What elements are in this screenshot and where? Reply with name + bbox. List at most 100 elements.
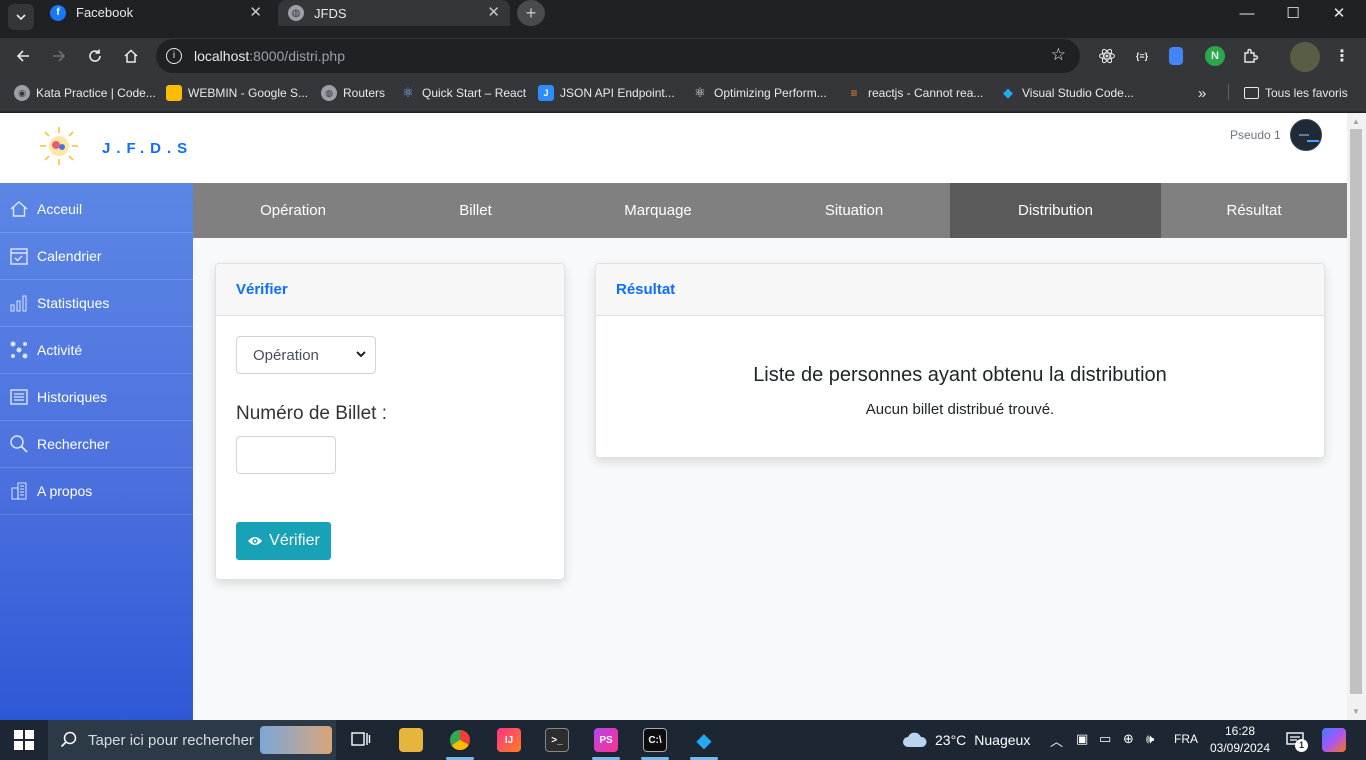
sidebar-item-apropos[interactable]: A propos (0, 468, 193, 515)
vscode-icon[interactable]: ◆ (692, 728, 716, 752)
profile-avatar[interactable] (1290, 42, 1320, 72)
bookmark-item[interactable]: ◆ Visual Studio Code... (1000, 84, 1134, 102)
bookmark-item[interactable]: ≡ reactjs - Cannot rea... (846, 84, 983, 102)
home-button[interactable] (117, 42, 145, 70)
taskbar: Taper ici pour rechercher IJ >_ PS C:\ ◆… (0, 720, 1366, 760)
nav-tab-operation[interactable]: Opération (193, 183, 393, 238)
bookmark-item[interactable]: ◉ Kata Practice | Code... (14, 84, 156, 102)
copilot-icon[interactable] (1322, 728, 1346, 752)
battery-icon[interactable]: ▭ (1099, 731, 1111, 747)
n-extension-icon[interactable]: N (1205, 46, 1225, 66)
tab-facebook[interactable]: f Facebook ✕ (40, 0, 272, 25)
extensions-puzzle-icon[interactable] (1241, 46, 1261, 66)
user-avatar[interactable] (1290, 119, 1322, 151)
close-window-button[interactable]: ✕ (1316, 0, 1362, 26)
chevron-down-icon (16, 14, 26, 21)
intellij-icon[interactable]: IJ (497, 728, 521, 752)
scrollbar-thumb[interactable] (1350, 129, 1362, 694)
react-icon: ⚛ (402, 85, 414, 100)
close-icon[interactable]: ✕ (249, 3, 262, 21)
bookmark-item[interactable]: J JSON API Endpoint... (538, 84, 675, 102)
sidebar-item-statistiques[interactable]: Statistiques (0, 280, 193, 327)
terminal-icon[interactable]: >_ (545, 728, 569, 752)
tab-search-button[interactable] (8, 4, 34, 30)
docs-icon[interactable] (1169, 47, 1183, 65)
close-icon[interactable]: ✕ (487, 3, 500, 21)
arrow-left-icon (16, 50, 29, 62)
nav-tab-distribution[interactable]: Distribution (950, 183, 1161, 238)
tab-jfds[interactable]: ◍ JFDS ✕ (278, 0, 510, 26)
scroll-up-icon[interactable]: ▲ (1352, 117, 1360, 126)
chrome-icon[interactable] (448, 728, 472, 752)
phpstorm-icon[interactable]: PS (594, 728, 618, 752)
reload-button[interactable] (81, 42, 109, 70)
verify-card-title: Vérifier (216, 264, 564, 316)
minimize-button[interactable]: — (1224, 0, 1270, 26)
nav-tab-situation[interactable]: Situation (758, 183, 950, 238)
brand-title[interactable]: J.F.D.S (102, 140, 193, 157)
sidebar-item-historiques[interactable]: Historiques (0, 374, 193, 421)
all-favorites-button[interactable]: Tous les favoris (1244, 84, 1348, 102)
nav-tab-resultat[interactable]: Résultat (1161, 183, 1347, 238)
sidebar-item-activite[interactable]: Activité (0, 327, 193, 374)
meet-now-icon[interactable]: ▣ (1076, 731, 1088, 747)
cmd-icon[interactable]: C:\ (643, 728, 667, 752)
chevron-up-icon[interactable]: ︿ (1050, 731, 1063, 750)
task-view-icon[interactable] (349, 728, 373, 752)
json-viewer-icon[interactable]: {≡} (1132, 46, 1152, 66)
bookmark-item[interactable]: ⚛ Optimizing Perform... (692, 84, 827, 102)
operation-select[interactable]: Opération (236, 336, 376, 374)
globe-icon: ◍ (288, 5, 304, 21)
sidebar-item-label: Activité (37, 342, 83, 358)
sidebar: Acceuil Calendrier Statistiques Activité… (0, 183, 193, 720)
verify-button[interactable]: Vérifier (236, 522, 331, 560)
forward-button[interactable] (45, 42, 73, 70)
bookmark-item[interactable]: ◍ Routers (321, 84, 385, 102)
nav-tab-marquage[interactable]: Marquage (558, 183, 758, 238)
address-bar[interactable]: i localhost:8000/distri.php ☆ (156, 39, 1080, 73)
bookmark-label: Kata Practice | Code... (36, 86, 156, 100)
bookmark-label: Visual Studio Code... (1022, 86, 1134, 100)
bookmarks-overflow-button[interactable]: » (1198, 84, 1206, 102)
url-host: localhost (194, 48, 250, 64)
site-info-icon[interactable]: i (166, 48, 182, 64)
bookmark-label: WEBMIN - Google S... (188, 86, 309, 100)
bookmark-item[interactable]: ⚛ Quick Start – React (400, 84, 526, 102)
list-icon (8, 386, 30, 408)
taskbar-search[interactable]: Taper ici pour rechercher (48, 720, 336, 760)
back-button[interactable] (9, 42, 37, 70)
new-tab-button[interactable]: + (517, 0, 545, 26)
language-indicator[interactable]: FRA (1174, 732, 1198, 746)
search-icon (60, 731, 77, 748)
bookmark-label: JSON API Endpoint... (560, 86, 675, 100)
weather-widget[interactable]: 23°C Nuageux (902, 731, 1030, 749)
sidebar-item-rechercher[interactable]: Rechercher (0, 421, 193, 468)
sidebar-item-calendrier[interactable]: Calendrier (0, 233, 193, 280)
globe-icon: ◍ (321, 85, 337, 101)
maximize-button[interactable]: ☐ (1270, 0, 1316, 26)
browser-toolbar: i localhost:8000/distri.php ☆ {≡} N ⋮ (0, 38, 1366, 74)
sidebar-item-acceuil[interactable]: Acceuil (0, 186, 193, 233)
all-favorites-label: Tous les favoris (1265, 86, 1348, 100)
nav-tab-billet[interactable]: Billet (393, 183, 558, 238)
clock-time: 16:28 (1224, 724, 1256, 738)
bookmark-item[interactable]: WEBMIN - Google S... (166, 84, 308, 102)
result-heading: Liste de personnes ayant obtenu la distr… (753, 364, 1167, 386)
bookmark-star-icon[interactable]: ☆ (1051, 45, 1066, 65)
page-scrollbar[interactable]: ▲ ▼ (1347, 113, 1366, 720)
bookmarks-divider (1228, 84, 1229, 100)
ticket-number-input[interactable] (236, 436, 336, 474)
network-icon[interactable]: ⊕ (1123, 731, 1134, 747)
bookmarks-bar: ◉ Kata Practice | Code... WEBMIN - Googl… (0, 74, 1366, 112)
react-icon: ⚛ (694, 85, 706, 100)
react-devtools-icon[interactable] (1097, 46, 1117, 66)
bookmark-label: Quick Start – React (422, 86, 527, 100)
notifications-icon[interactable]: 1 (1284, 729, 1308, 752)
volume-icon[interactable]: 🕪 (1146, 731, 1154, 747)
codewars-icon: ◉ (14, 85, 30, 101)
file-explorer-icon[interactable] (399, 728, 423, 752)
windows-start-icon[interactable] (14, 730, 34, 750)
more-menu-icon[interactable]: ⋮ (1332, 46, 1352, 66)
scroll-down-icon[interactable]: ▼ (1352, 707, 1360, 716)
taskbar-clock[interactable]: 16:28 03/09/2024 (1200, 723, 1280, 757)
